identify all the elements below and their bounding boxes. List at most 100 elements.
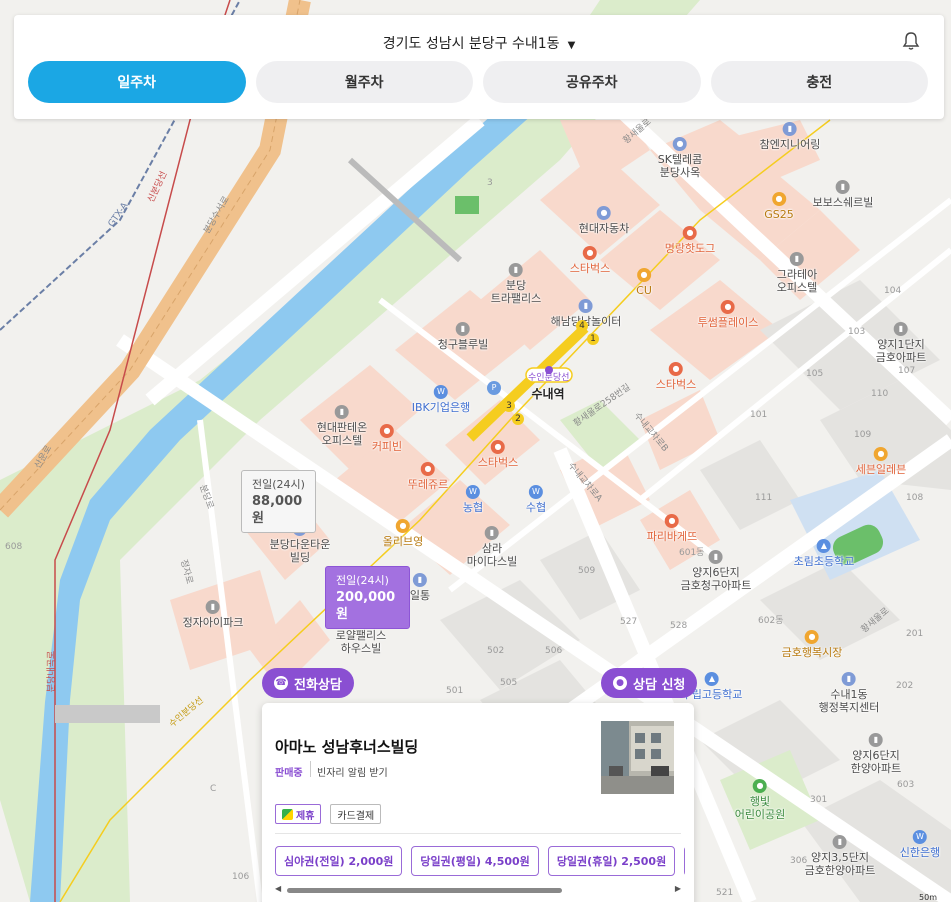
block-number: 105 (806, 369, 824, 379)
poi-ibk[interactable]: W IBK기업은행 (412, 385, 470, 414)
poi-coffeebean[interactable]: ● 커피빈 (372, 424, 402, 453)
price-marker-value: 88,000원 (252, 494, 303, 526)
poi-myungrang-hotdog[interactable]: ● 명랑핫도그 (665, 226, 715, 255)
poi-starbucks-3[interactable]: ● 스타벅스 (478, 440, 518, 469)
phone-icon: ☎ (274, 676, 288, 690)
poi-yangji1[interactable]: ▮ 양지1단지 금호아파트 (876, 322, 926, 364)
block-number: 111 (755, 493, 773, 503)
phone-consult-label: 전화상담 (294, 677, 342, 693)
consult-request-button[interactable]: ● 상담 신청 (601, 668, 698, 698)
block-number: 106 (232, 872, 250, 882)
poi-nonghyup[interactable]: W 농협 (463, 485, 483, 514)
horizontal-scrollbar[interactable]: ◀ ▶ (275, 884, 681, 894)
block-number: 505 (500, 678, 518, 688)
tab-charging[interactable]: 충전 (710, 61, 928, 103)
vacancy-alert-link[interactable]: 빈자리 알림 받기 (317, 764, 388, 779)
caret-down-icon: ▼ (567, 40, 576, 51)
poi-hyundai-motors[interactable]: ● 현대자동차 (579, 206, 629, 235)
scroll-right-icon[interactable]: ▶ (675, 884, 681, 893)
block-number: 601동 (679, 548, 705, 558)
block-number: 3 (487, 178, 493, 188)
poi-seven-eleven[interactable]: ● 세븐일레븐 (856, 447, 906, 476)
partner-badge: 제휴 (275, 804, 322, 824)
price-marker-label: 전일(24시) (336, 574, 389, 587)
location-selector[interactable]: 경기도 성남시 분당구 수내1동 ▼ (14, 33, 944, 53)
poi-oliveyoung[interactable]: ● 올리브영 (383, 519, 423, 548)
exit-3: 3 (503, 400, 515, 412)
block-number: 501 (446, 686, 464, 696)
poi-bundang-trapalace[interactable]: ▮ 분당 트라팰리스 (491, 263, 541, 305)
exit-2: 2 (512, 413, 524, 425)
poi-chorim-school[interactable]: ▲ 초림초등학교 (794, 539, 854, 568)
poi-gs25[interactable]: ● GS25 (764, 192, 794, 221)
parking-icon: P (487, 381, 501, 397)
tab-shared[interactable]: 공유주차 (483, 61, 701, 103)
block-number: 602동 (758, 616, 784, 626)
ticket-option-partial[interactable] (684, 846, 685, 876)
block-number: 306 (790, 856, 808, 866)
poi-suhyup[interactable]: W 수협 (526, 485, 546, 514)
block-number: 301 (810, 795, 828, 805)
block-number: 521 (716, 888, 734, 898)
block-number: 101 (750, 410, 768, 420)
exit-4: 4 (576, 320, 588, 332)
poi-sk-telecom[interactable]: ● SK텔레콤 분당사옥 (658, 137, 702, 179)
badge-row: 제휴 카드결제 (275, 804, 382, 824)
poi-bobos[interactable]: ▮ 보보스쉐르빌 (813, 180, 873, 209)
card-title: 아마노 성남후너스빌딩 (275, 738, 419, 756)
poi-charm-engineering[interactable]: ▮ 참엔지니어링 (760, 122, 820, 151)
block-number: 506 (545, 646, 563, 656)
poi-gratea[interactable]: ▮ 그라테아 오피스텔 (777, 252, 817, 294)
block-number: 608 (5, 542, 23, 552)
phone-consult-button[interactable]: ☎ 전화상담 (262, 668, 354, 698)
bell-icon[interactable] (902, 31, 920, 51)
poi-cu[interactable]: ● CU (636, 268, 652, 297)
divider (275, 833, 681, 834)
poi-tousle[interactable]: ● 뚜레쥬르 (408, 462, 448, 491)
block-number: 202 (896, 681, 914, 691)
ticket-option[interactable]: 심야권(전일) 2,000원 (275, 846, 403, 876)
poi-chunggu-blueville[interactable]: ▮ 청구블루빌 (438, 322, 488, 351)
ticket-option[interactable]: 당일권(휴일) 2,500원 (547, 846, 676, 876)
tab-monthly[interactable]: 월주차 (255, 61, 473, 103)
block-number: 201 (906, 629, 924, 639)
parking-photo[interactable] (601, 721, 674, 794)
block-number: 104 (884, 286, 902, 296)
road-label: 분당내곡로 (47, 650, 58, 693)
block-number: 527 (620, 617, 638, 627)
consult-request-label: 상담 신청 (633, 677, 686, 693)
price-marker-selected[interactable]: 전일(24시) 200,000원 (325, 566, 410, 629)
price-marker-label: 전일(24시) (252, 478, 305, 491)
poi-geumho-market[interactable]: ● 금호행복시장 (782, 630, 842, 659)
map-scale: 50m (919, 893, 937, 902)
ticket-option[interactable]: 당일권(평일) 4,500원 (411, 846, 539, 876)
scroll-left-icon[interactable]: ◀ (275, 884, 281, 893)
poi-sunae-station[interactable]: 수내역 (531, 388, 564, 401)
poi-jeongja-ipark[interactable]: ▮ 정자아이파크 (183, 600, 243, 629)
poi-shinhan[interactable]: W 신한은행 (900, 830, 940, 859)
block-number: 108 (906, 493, 924, 503)
poi-paris-baguette[interactable]: ● 파리바게뜨 (647, 514, 697, 543)
top-panel: 경기도 성남시 분당구 수내1동 ▼ 일주차 월주차 공유주차 충전 (14, 15, 944, 119)
poi-samra-midas[interactable]: ▮ 삼라 마이다스빌 (467, 526, 517, 568)
poi-haengbit-park[interactable]: ● 행빛 어린이공원 (735, 779, 785, 821)
card-payment-badge: 카드결제 (330, 804, 382, 824)
poi-starbucks-1[interactable]: ● 스타벅스 (570, 246, 610, 275)
tab-daily[interactable]: 일주차 (28, 61, 246, 103)
poi-hyundai-pantheon[interactable]: ▮ 현대판테온 오피스텔 (317, 405, 367, 447)
poi-iltong[interactable]: ▮ 일통 (410, 573, 430, 602)
poi-starbucks-2[interactable]: ● 스타벅스 (656, 362, 696, 391)
poi-yangji6-hanyang[interactable]: ▮ 양지6단지 한양아파트 (851, 733, 901, 775)
block-number: 528 (670, 621, 688, 631)
price-marker[interactable]: 전일(24시) 88,000원 (241, 470, 316, 533)
scroll-thumb[interactable] (287, 888, 562, 893)
poi-yangji35[interactable]: ▮ 양지3,5단지 금호한양아파트 (805, 835, 875, 877)
parking-type-tabs: 일주차 월주차 공유주차 충전 (28, 61, 928, 103)
poi-twosome[interactable]: ● 투썸플레이스 (698, 300, 758, 329)
price-marker-value: 200,000원 (336, 590, 396, 622)
ticket-list[interactable]: 심야권(전일) 2,000원 당일권(평일) 4,500원 당일권(휴일) 2,… (275, 846, 685, 876)
poi-sunae1-center[interactable]: ▮ 수내1동 행정복지센터 (819, 672, 879, 714)
block-number: 103 (848, 327, 866, 337)
chat-icon: ● (613, 676, 627, 690)
parking-lot-card[interactable]: 아마노 성남후너스빌딩 판매중 빈자리 알림 받기 제휴 카드결제 심야권(전일… (262, 703, 694, 902)
